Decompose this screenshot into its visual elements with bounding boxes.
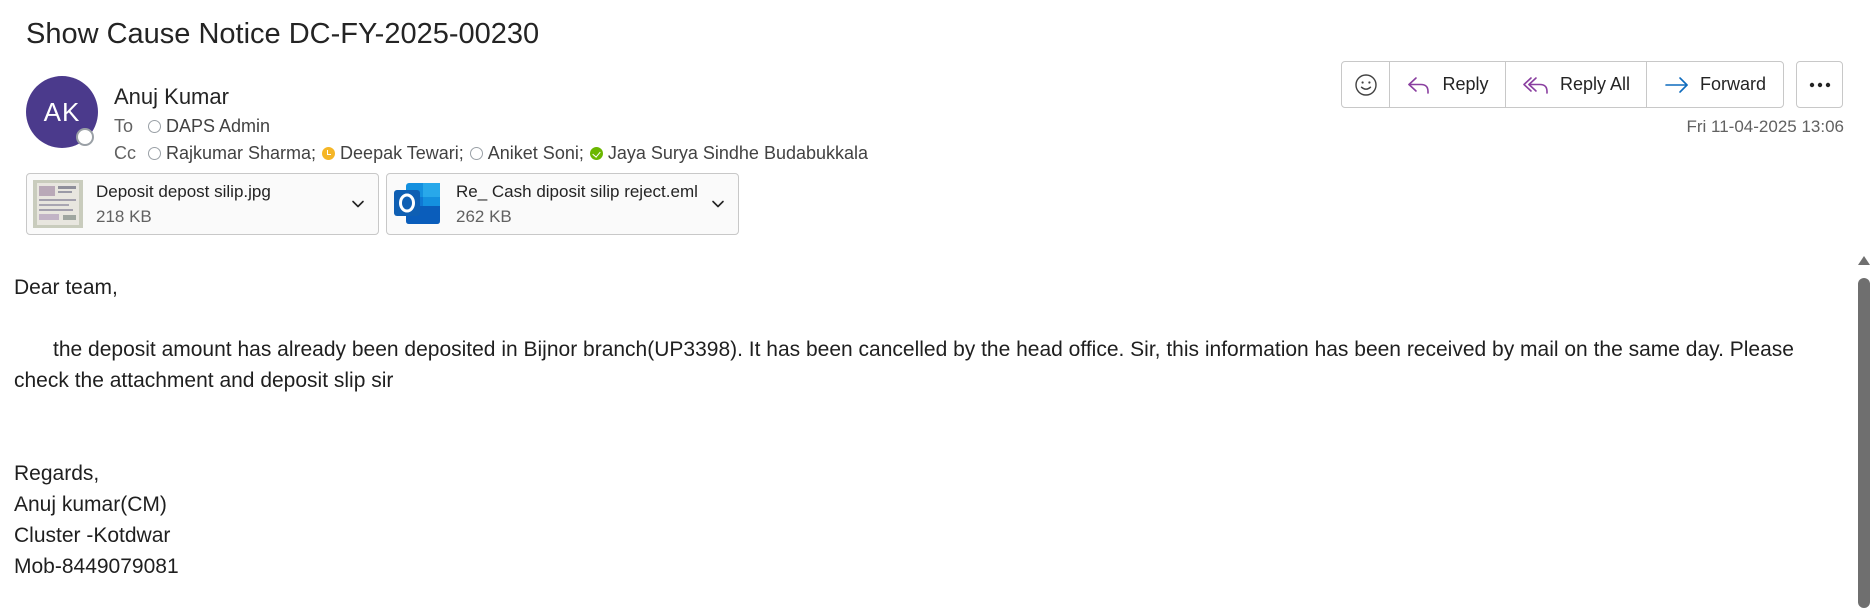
reply-all-icon: [1523, 76, 1548, 94]
recipient-name: Deepak Tewari;: [340, 143, 464, 163]
react-button[interactable]: [1342, 62, 1390, 107]
to-row: To DAPS Admin: [114, 116, 276, 137]
attachment-card[interactable]: Deposit depost silip.jpg 218 KB: [26, 173, 379, 235]
sent-date: Fri 11-04-2025 13:06: [1686, 117, 1844, 136]
greeting: Dear team,: [14, 276, 118, 299]
body-paragraph: the deposit amount has already been depo…: [14, 338, 1794, 392]
attachment-name: Re_ Cash diposit silip reject.eml: [456, 182, 698, 201]
presence-away-icon: [322, 147, 336, 160]
recipient-name: DAPS Admin: [166, 116, 271, 136]
smiley-icon: [1354, 73, 1377, 96]
reply-all-button[interactable]: Reply All: [1506, 62, 1647, 107]
reply-icon: [1408, 76, 1430, 94]
message-body: Dear team, the deposit amount has alread…: [14, 272, 1854, 582]
reply-button[interactable]: Reply: [1390, 62, 1506, 107]
forward-arrow-icon: [1665, 76, 1688, 93]
sender-name[interactable]: Anuj Kumar: [114, 84, 229, 110]
scroll-thumb[interactable]: [1858, 278, 1870, 608]
forward-label: Forward: [1699, 74, 1766, 94]
cc-label: Cc: [114, 143, 136, 163]
outlook-email-icon: [394, 183, 440, 224]
attachment-name: Deposit depost silip.jpg: [96, 182, 271, 201]
presence-offline-icon: [148, 147, 161, 160]
chevron-down-icon[interactable]: [350, 196, 366, 212]
message-action-bar: Reply Reply All Forward: [1341, 61, 1784, 108]
attachment-card[interactable]: Re_ Cash diposit silip reject.eml 262 KB: [386, 173, 739, 235]
to-label: To: [114, 116, 134, 136]
reply-label: Reply: [1442, 74, 1489, 94]
recipient-name: Jaya Surya Sindhe Budabukkala: [607, 143, 869, 163]
vertical-scrollbar[interactable]: [1856, 256, 1870, 608]
presence-available-icon: [589, 147, 603, 160]
presence-offline-icon: [469, 147, 483, 160]
image-thumbnail-icon: [33, 180, 83, 228]
recipient[interactable]: Aniket Soni;: [469, 143, 584, 164]
chevron-down-icon[interactable]: [710, 196, 726, 212]
signature-line: Mob-8449079081: [14, 555, 179, 578]
recipient-name: Rajkumar Sharma;: [166, 143, 317, 163]
avatar-initials: AK: [43, 96, 81, 127]
avatar-presence-icon: [76, 128, 94, 146]
signature-line: Cluster -Kotdwar: [14, 524, 171, 547]
recipient[interactable]: Deepak Tewari;: [322, 143, 464, 164]
attachment-size: 218 KB: [96, 207, 152, 226]
more-horizontal-icon: [1809, 82, 1830, 87]
more-actions-button[interactable]: [1796, 61, 1843, 108]
signature-line: Anuj kumar(CM): [14, 493, 167, 516]
subject-title: Show Cause Notice DC-FY-2025-00230: [26, 18, 540, 50]
recipient[interactable]: Rajkumar Sharma;: [148, 143, 316, 164]
recipient[interactable]: Jaya Surya Sindhe Budabukkala: [589, 143, 869, 164]
recipient-name: Aniket Soni;: [487, 143, 584, 163]
signature-line: Regards,: [14, 462, 100, 485]
cc-row: Cc Rajkumar Sharma; Deepak Tewari; Anike…: [114, 143, 874, 164]
presence-offline-icon: [148, 120, 161, 133]
recipient[interactable]: DAPS Admin: [148, 116, 270, 137]
reply-all-label: Reply All: [1559, 74, 1631, 94]
attachment-size: 262 KB: [456, 207, 512, 226]
scroll-up-arrow-icon[interactable]: [1858, 256, 1870, 265]
forward-button[interactable]: Forward: [1647, 62, 1783, 107]
